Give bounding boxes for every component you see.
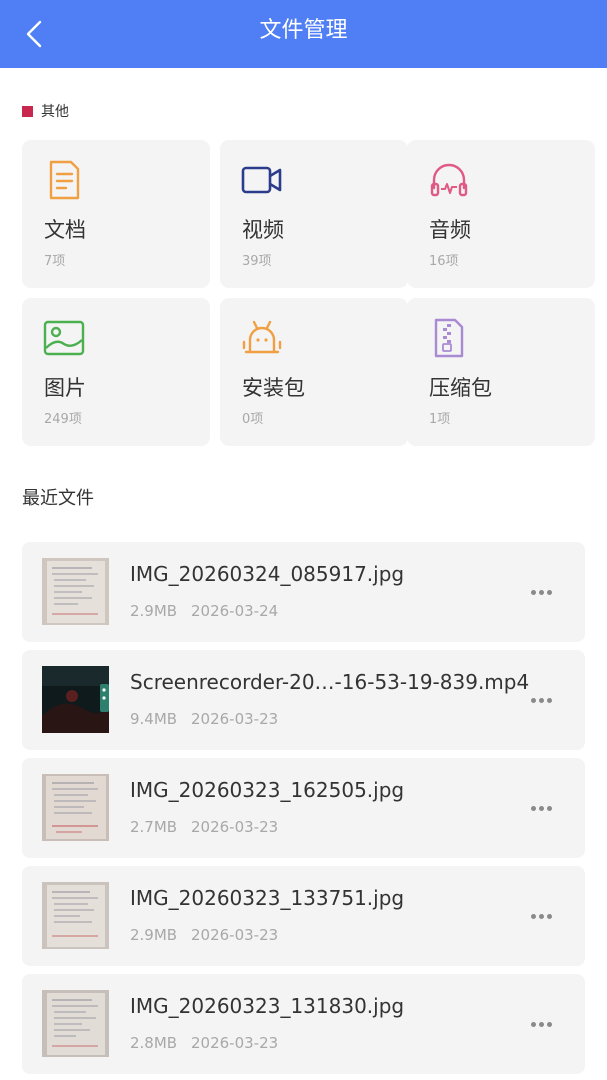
file-size: 9.4MB bbox=[130, 710, 178, 728]
file-date: 2026-03-23 bbox=[191, 926, 279, 944]
headphones-icon bbox=[430, 163, 468, 197]
tile-count: 1项 bbox=[429, 412, 451, 427]
more-options-button[interactable] bbox=[522, 578, 560, 606]
tile-count: 0项 bbox=[242, 412, 264, 427]
tile-label: 文档 bbox=[44, 218, 86, 242]
tile-label: 安装包 bbox=[242, 376, 305, 400]
more-icon bbox=[530, 805, 536, 811]
file-row[interactable]: Screenrecorder-20…-16-53-19-839.mp4 9.4M… bbox=[22, 650, 585, 750]
page-title: 文件管理 bbox=[259, 18, 348, 43]
file-name: IMG_20260323_133751.jpg bbox=[130, 886, 405, 910]
category-tile-documents[interactable]: 文档 7项 bbox=[22, 140, 210, 288]
more-options-button[interactable] bbox=[522, 686, 560, 714]
tile-label: 图片 bbox=[44, 376, 86, 400]
file-thumbnail bbox=[42, 666, 109, 733]
category-tile-apks[interactable]: 安装包 0项 bbox=[220, 298, 408, 446]
more-icon bbox=[530, 589, 536, 595]
file-row[interactable]: IMG_20260323_162505.jpg 2.7MB 2026-03-23 bbox=[22, 758, 585, 858]
file-size: 2.8MB bbox=[130, 1034, 178, 1052]
category-tile-videos[interactable]: 视频 39项 bbox=[220, 140, 408, 288]
file-name: IMG_20260324_085917.jpg bbox=[130, 562, 405, 586]
tile-count: 7项 bbox=[44, 254, 66, 269]
recent-files-title: 最近文件 bbox=[22, 488, 94, 509]
file-thumbnail bbox=[42, 774, 109, 841]
image-icon bbox=[43, 320, 85, 356]
category-section-heading: 其他 bbox=[22, 101, 69, 121]
file-size: 2.9MB bbox=[130, 926, 178, 944]
section-label: 其他 bbox=[41, 104, 69, 120]
file-name: IMG_20260323_131830.jpg bbox=[130, 994, 405, 1018]
document-icon bbox=[49, 160, 80, 200]
tile-label: 压缩包 bbox=[429, 376, 492, 400]
file-date: 2026-03-23 bbox=[191, 710, 279, 728]
tile-label: 视频 bbox=[242, 218, 284, 242]
file-date: 2026-03-23 bbox=[191, 818, 279, 836]
more-options-button[interactable] bbox=[522, 1010, 560, 1038]
more-options-button[interactable] bbox=[522, 902, 560, 930]
section-marker bbox=[22, 105, 33, 117]
category-tile-images[interactable]: 图片 249项 bbox=[22, 298, 210, 446]
file-row[interactable]: IMG_20260323_131830.jpg 2.8MB 2026-03-23 bbox=[22, 974, 585, 1074]
file-date: 2026-03-23 bbox=[191, 1034, 279, 1052]
file-name: Screenrecorder-20…-16-53-19-839.mp4 bbox=[130, 670, 530, 694]
file-thumbnail bbox=[42, 882, 109, 949]
file-name: IMG_20260323_162505.jpg bbox=[130, 778, 405, 802]
more-options-button[interactable] bbox=[522, 794, 560, 822]
file-row[interactable]: IMG_20260323_133751.jpg 2.9MB 2026-03-23 bbox=[22, 866, 585, 966]
tile-count: 249项 bbox=[44, 412, 82, 427]
tile-count: 39项 bbox=[242, 254, 272, 269]
video-camera-icon bbox=[241, 166, 282, 194]
category-tile-archives[interactable]: 压缩包 1项 bbox=[407, 298, 595, 446]
file-thumbnail bbox=[42, 558, 109, 625]
tile-label: 音频 bbox=[429, 218, 471, 242]
android-icon bbox=[242, 320, 282, 354]
app-header: 文件管理 bbox=[0, 0, 607, 68]
file-size: 2.7MB bbox=[130, 818, 178, 836]
more-icon bbox=[530, 913, 536, 919]
more-icon bbox=[530, 697, 536, 703]
file-size: 2.9MB bbox=[130, 602, 178, 620]
tile-count: 16项 bbox=[429, 254, 459, 269]
file-date: 2026-03-24 bbox=[191, 602, 279, 620]
file-thumbnail bbox=[42, 990, 109, 1057]
category-tile-audio[interactable]: 音频 16项 bbox=[407, 140, 595, 288]
file-row[interactable]: IMG_20260324_085917.jpg 2.9MB 2026-03-24 bbox=[22, 542, 585, 642]
zip-icon bbox=[434, 318, 464, 358]
more-icon bbox=[530, 1021, 536, 1027]
